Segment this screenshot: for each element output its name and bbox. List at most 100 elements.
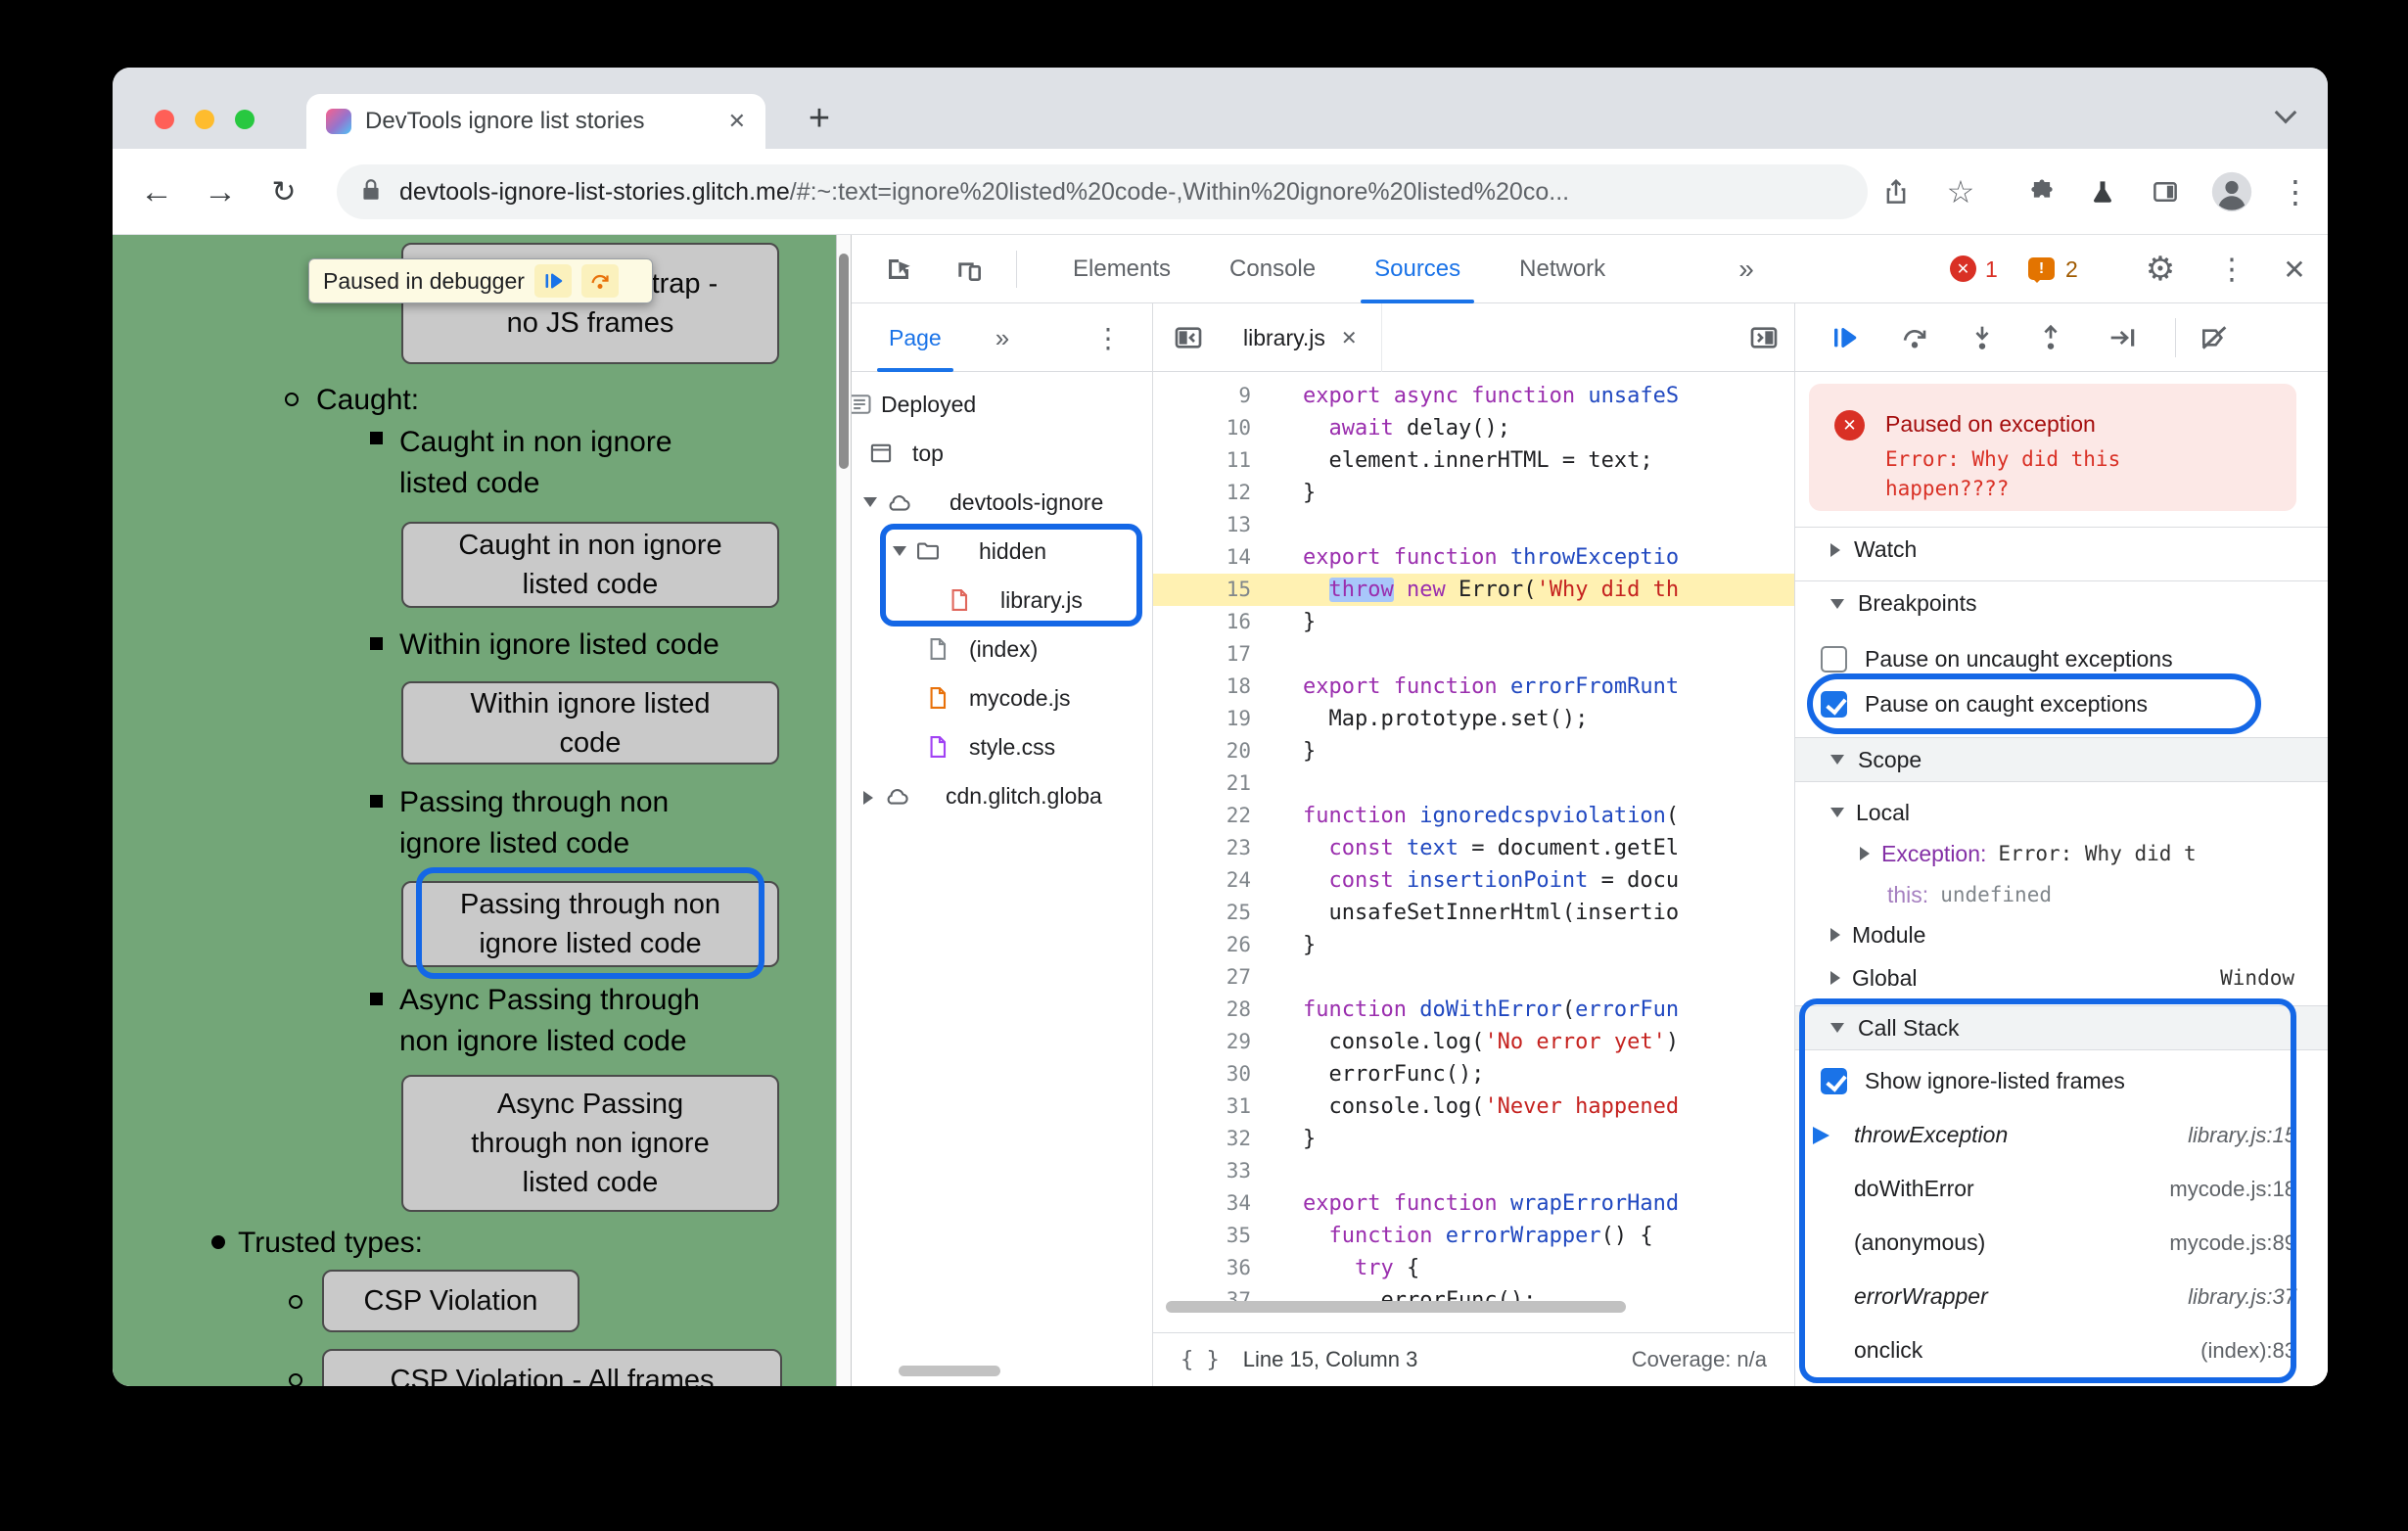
page-button-csp-violation[interactable]: CSP Violation [322,1270,579,1332]
devtools-tab-elements[interactable]: Elements [1043,235,1200,303]
device-toolbar-icon[interactable] [948,248,991,291]
line-number[interactable]: 32 [1153,1123,1251,1155]
tree-item-hidden[interactable]: hidden [852,527,1152,576]
settings-gear-icon[interactable]: ⚙ [2139,248,2182,291]
back-button[interactable]: ← [135,149,178,235]
devtools-close-icon[interactable]: ✕ [2273,248,2316,291]
page-scrollbar-thumb[interactable] [839,254,849,469]
page-button-within-ignore-listed-code[interactable]: Within ignore listed code [401,681,779,765]
line-number[interactable]: 13 [1153,509,1251,541]
page-button-passing-through-non-ignore-listed-code[interactable]: Passing through non ignore listed code [401,881,779,967]
labs-flask-icon[interactable] [2081,149,2124,235]
step-into-button[interactable] [1961,316,2004,359]
line-number[interactable]: 31 [1153,1090,1251,1123]
editor-hscrollbar-thumb[interactable] [1166,1301,1626,1313]
code-line-21[interactable]: 21 [1153,767,1794,800]
pretty-print-braces-icon[interactable]: { } [1181,1348,1220,1372]
deactivate-breakpoints-button[interactable] [2193,316,2236,359]
editor-file-tab[interactable]: library.js ✕ [1220,303,1382,372]
navigator-page-tab[interactable]: Page [875,303,955,372]
pause-caught-checkbox[interactable] [1821,690,1847,718]
code-line-30[interactable]: 30 errorFunc(); [1153,1058,1794,1090]
close-window-button[interactable] [155,110,174,129]
navigator-menu-kebab-icon[interactable]: ⋮ [1087,316,1130,359]
tree-item--index-[interactable]: (index) [852,625,1152,673]
line-number[interactable]: 23 [1153,832,1251,864]
code-line-24[interactable]: 24 const insertionPoint = docu [1153,864,1794,897]
pause-caught-exceptions-row[interactable]: Pause on caught exceptions [1795,682,2328,725]
line-number[interactable]: 25 [1153,897,1251,929]
line-number[interactable]: 33 [1153,1155,1251,1187]
line-number[interactable]: 24 [1153,864,1251,897]
scope-this-row[interactable]: this: undefined [1795,874,2328,915]
code-line-22[interactable]: 22 function ignoredcspviolation( [1153,800,1794,832]
scope-local-row[interactable]: Local [1795,792,2328,833]
browser-tab[interactable]: DevTools ignore list stories ✕ [306,94,765,149]
step-over-button[interactable] [1893,316,1936,359]
line-number[interactable]: 30 [1153,1058,1251,1090]
page-button-async-passing-through-non-ignore-listed-code[interactable]: Async Passing through non ignore listed co… [401,1075,779,1212]
error-count-icon[interactable]: ✕ [1950,255,1976,282]
line-number[interactable]: 28 [1153,994,1251,1026]
line-number[interactable]: 11 [1153,444,1251,477]
tree-item-style-css[interactable]: style.css [852,722,1152,771]
forward-button[interactable]: → [199,149,242,235]
code-line-28[interactable]: 28 function doWithError(errorFun [1153,994,1794,1026]
devtools-tab-network[interactable]: Network [1490,235,1635,303]
page-button-caught-in-non-ignore-listed-code[interactable]: Caught in non ignore listed code [401,522,779,608]
code-line-15[interactable]: 15 throw new Error('Why did th [1153,574,1794,606]
line-number[interactable]: 14 [1153,541,1251,574]
profile-avatar[interactable] [2209,149,2254,235]
code-line-26[interactable]: 26} [1153,929,1794,961]
file-tab-close-icon[interactable]: ✕ [1341,326,1358,350]
collapse-navigator-icon[interactable] [1167,316,1210,359]
code-line-34[interactable]: 34 export function wrapErrorHand [1153,1187,1794,1220]
pause-uncaught-exceptions-row[interactable]: Pause on uncaught exceptions [1795,637,2328,680]
error-count[interactable]: 1 [1985,235,1998,303]
zoom-window-button[interactable] [235,110,255,129]
code-line-27[interactable]: 27 [1153,961,1794,994]
resume-execution-button[interactable] [1823,316,1866,359]
devtools-tab-sources[interactable]: Sources [1345,235,1490,303]
line-number[interactable]: 16 [1153,606,1251,638]
reload-button[interactable]: ↻ [262,149,305,235]
code-line-20[interactable]: 20} [1153,735,1794,767]
step-over-banner-button[interactable] [580,264,619,298]
tab-close-icon[interactable]: ✕ [728,109,746,134]
tree-down-arrow-icon[interactable] [863,497,877,507]
scope-global-row[interactable]: Global Window [1795,957,2328,998]
tree-item-top[interactable]: top [852,429,1152,478]
line-number[interactable]: 22 [1153,800,1251,832]
line-number[interactable]: 18 [1153,671,1251,703]
breakpoints-section-header[interactable]: Breakpoints [1795,580,2328,626]
line-number[interactable]: 34 [1153,1187,1251,1220]
tree-item-deployed[interactable]: Deployed [852,380,1152,429]
browser-menu-kebab-icon[interactable]: ⋮ [2274,149,2317,235]
resume-script-button[interactable] [533,264,572,298]
line-number[interactable]: 26 [1153,929,1251,961]
line-number[interactable]: 10 [1153,412,1251,444]
navigator-hscrollbar-thumb[interactable] [899,1366,1000,1376]
code-line-10[interactable]: 10 await delay(); [1153,412,1794,444]
line-number[interactable]: 19 [1153,703,1251,735]
show-ignore-listed-row[interactable]: Show ignore-listed frames [1795,1059,2328,1102]
line-number[interactable]: 36 [1153,1252,1251,1284]
callstack-frame-onclick[interactable]: onclick (index):83 [1795,1323,2328,1377]
tree-down-arrow-icon[interactable] [893,546,906,556]
devtools-menu-kebab-icon[interactable]: ⋮ [2210,248,2253,291]
line-number[interactable]: 20 [1153,735,1251,767]
code-line-14[interactable]: 14 export function throwExceptio [1153,541,1794,574]
tab-search-chevron-icon[interactable] [2274,101,2299,130]
code-line-9[interactable]: 9 export async function unsafeS [1153,380,1794,412]
show-ignore-listed-checkbox[interactable] [1821,1067,1847,1094]
code-line-29[interactable]: 29 console.log('No error yet') [1153,1026,1794,1058]
callstack-frame-dowitherror[interactable]: doWithError mycode.js:18 [1795,1162,2328,1216]
code-line-25[interactable]: 25 unsafeSetInnerHtml(insertio [1153,897,1794,929]
more-tabs-chevron-icon[interactable]: » [1725,248,1768,291]
inspect-element-icon[interactable] [877,248,920,291]
code-line-16[interactable]: 16} [1153,606,1794,638]
toggle-sidebar-icon[interactable] [1742,316,1785,359]
code-line-13[interactable]: 13 [1153,509,1794,541]
line-number[interactable]: 27 [1153,961,1251,994]
code-line-19[interactable]: 19 Map.prototype.set(); [1153,703,1794,735]
